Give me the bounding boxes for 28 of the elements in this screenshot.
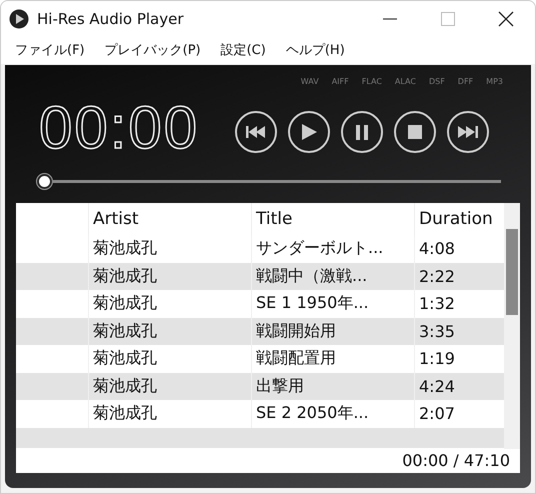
menu-item[interactable]: ヘルプ(H) [276,41,355,59]
close-icon[interactable] [498,10,514,26]
format-label: WAV [300,77,319,86]
format-label: MP3 [486,77,503,86]
stop-icon [408,125,422,139]
format-label: ALAC [394,77,416,86]
previous-button[interactable] [235,111,278,153]
playback-time-status: 00:00 / 47:10 [402,450,510,470]
stop-button[interactable] [394,111,436,153]
play-button[interactable] [288,111,330,153]
seek-thumb[interactable] [37,174,52,189]
menu-item[interactable]: ファイル(F) [5,41,95,59]
pause-icon [356,124,368,140]
window-title: Hi-Res Audio Player [37,10,184,28]
app-logo-icon [9,8,29,28]
play-icon [300,123,318,141]
scrollbar-thumb[interactable] [506,229,518,315]
format-label: FLAC [362,77,382,86]
time-display: 00:00 [39,93,200,163]
pause-button[interactable] [341,111,384,153]
menu-item[interactable]: 設定(C) [210,41,276,59]
format-label: AIFF [332,77,349,86]
next-button[interactable] [447,111,490,153]
menu-item[interactable]: プレイバック(P) [94,41,211,59]
next-icon [457,125,480,139]
format-label: DSF [428,77,445,86]
previous-icon [245,125,268,139]
format-label: DFF [458,77,474,86]
